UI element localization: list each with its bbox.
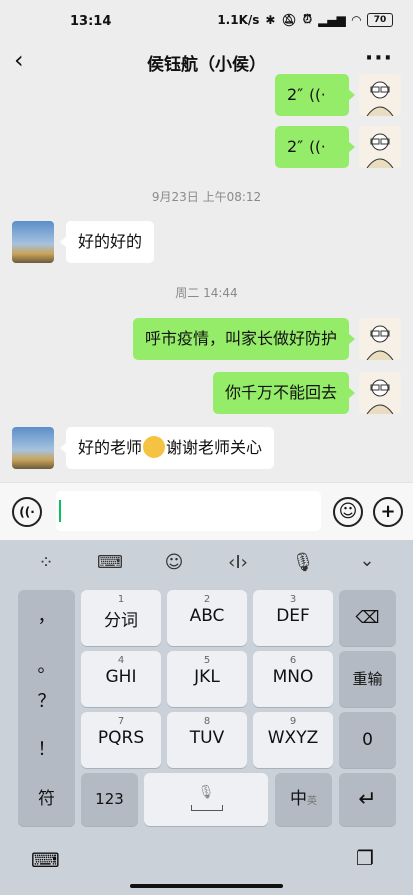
key-number: 6 [289, 655, 297, 666]
voice-message[interactable]: 2″ ((· [275, 126, 355, 168]
space-key[interactable]: 🎙︎ [144, 773, 268, 826]
key-number: 9 [289, 716, 297, 727]
key-number: 7 [117, 716, 125, 727]
keyboard-switch-icon[interactable]: ⌨ [31, 848, 60, 872]
space-bar-icon [191, 805, 223, 811]
lang-sub-label: 英 [307, 796, 317, 807]
avatar[interactable] [359, 74, 401, 116]
battery-icon: 70 [367, 12, 393, 27]
enter-key[interactable]: ↵ [339, 773, 396, 826]
key-label: DEF [276, 606, 310, 626]
delete-key[interactable]: ⌫ [339, 590, 396, 646]
avatar-illustration-icon [366, 81, 394, 116]
collapse-icon[interactable]: ⌄ [352, 550, 382, 571]
avatar-illustration-icon [366, 133, 394, 168]
keyboard-icon[interactable]: ⌨ [95, 552, 125, 573]
text-message[interactable]: 呼市疫情，叫家长做好防护 [132, 318, 356, 360]
key-number: 5 [203, 655, 211, 666]
zero-key[interactable]: 0 [339, 712, 396, 768]
symbol-key[interactable]: ？ [18, 687, 75, 713]
thinking-face-icon [143, 436, 166, 458]
clipboard-icon[interactable]: ❐ [356, 846, 374, 870]
key-number: 8 [203, 716, 211, 727]
key-7[interactable]: 7 PQRS [81, 712, 161, 768]
symbol-key[interactable]: ！ [18, 735, 75, 761]
key-label: 分词 [104, 611, 138, 631]
avatar[interactable] [359, 372, 401, 414]
mic-icon[interactable]: 🎙︎ [288, 552, 318, 573]
numbers-switch-key[interactable]: 123 [81, 773, 138, 826]
wifi-icon: ◠ [351, 12, 361, 27]
key-label: GHI [105, 667, 137, 687]
signal-icon: ▂▄▆ [318, 12, 346, 27]
key-label: JKL [194, 667, 220, 687]
timestamp: 周二 14:44 [175, 286, 238, 300]
status-bar: 13:14 1.1K/s ✱ 🔕︎ ⏰︎ ▂▄▆ ◠ 70 [0, 0, 413, 40]
voice-toggle-icon[interactable]: ((· [12, 497, 42, 527]
avatar[interactable] [12, 221, 54, 263]
key-label: WXYZ [267, 728, 319, 748]
key-8[interactable]: 8 TUV [167, 712, 247, 768]
text-message[interactable]: 好的好的 [59, 221, 155, 263]
key-4[interactable]: 4 GHI [81, 651, 161, 707]
message-text: 好的老师 [78, 438, 143, 457]
voice-wave-icon: ((· [309, 86, 326, 104]
message-list[interactable]: 2″ ((· 2″ ((· 9月23日 上午08:12 好的好的 周二 14:44 … [0, 74, 413, 482]
emoji-icon[interactable]: ☺ [159, 552, 189, 573]
message-text: 谢谢老师关心 [166, 438, 263, 457]
home-indicator[interactable] [130, 884, 283, 888]
key-5[interactable]: 5 JKL [167, 651, 247, 707]
bluetooth-icon: ✱ [265, 12, 276, 27]
mute-icon: 🔕︎ [281, 12, 297, 27]
timestamp: 9月23日 上午08:12 [151, 190, 262, 204]
key-number: 2 [203, 594, 211, 605]
symbol-key[interactable]: 。 [18, 652, 75, 678]
avatar[interactable] [359, 126, 401, 168]
key-label: PQRS [97, 728, 145, 748]
chat-header: ‹ 侯钰航（小侯） ··· [0, 40, 413, 82]
voice-duration: 2″ [287, 85, 304, 104]
alarm-icon: ⏰︎ [302, 12, 313, 26]
key-9[interactable]: 9 WXYZ [253, 712, 333, 768]
emoji-icon[interactable]: ☺ [333, 497, 363, 527]
key-number: 3 [289, 594, 297, 605]
lang-label: 中 [290, 789, 307, 809]
reenter-key[interactable]: 重输 [339, 651, 396, 707]
voice-message[interactable]: 2″ ((· [275, 74, 355, 116]
key-label: MNO [272, 667, 314, 687]
key-label: ABC [189, 606, 225, 626]
key-2[interactable]: 2 ABC [167, 590, 247, 646]
key-label: TUV [189, 728, 225, 748]
avatar[interactable] [359, 318, 401, 360]
input-bar: ((· ☺ + [0, 482, 413, 541]
net-speed: 1.1K/s [217, 12, 260, 27]
message-input[interactable] [56, 491, 321, 531]
text-message[interactable]: 好的老师 谢谢老师关心 [59, 427, 275, 469]
language-switch-key[interactable]: 中英 [275, 773, 332, 826]
key-1[interactable]: 1 分词 [81, 590, 161, 646]
avatar-illustration-icon [366, 325, 394, 360]
key-number: 1 [117, 594, 125, 605]
text-message[interactable]: 你千万不能回去 [212, 372, 356, 414]
key-number: 4 [117, 655, 125, 666]
symbol-key[interactable]: ， [18, 602, 75, 628]
voice-duration: 2″ [287, 137, 304, 156]
space-mic-icon: 🎙︎ [197, 785, 215, 800]
status-icons: 1.1K/s ✱ 🔕︎ ⏰︎ ▂▄▆ ◠ 70 [217, 12, 393, 27]
key-3[interactable]: 3 DEF [253, 590, 333, 646]
cursor-icon[interactable]: ‹I› [223, 552, 253, 573]
chat-title: 侯钰航（小侯） [147, 55, 266, 75]
voice-wave-icon: ((· [309, 138, 326, 156]
avatar[interactable] [12, 427, 54, 469]
symbol-switch-key[interactable]: 符 [18, 773, 75, 826]
plus-icon[interactable]: + [373, 497, 403, 527]
key-6[interactable]: 6 MNO [253, 651, 333, 707]
apps-grid-icon[interactable]: ⁘ [31, 552, 61, 573]
status-time: 13:14 [70, 14, 112, 29]
more-dots-icon[interactable]: ··· [365, 46, 393, 71]
avatar-illustration-icon [366, 379, 394, 414]
text-caret [59, 500, 61, 522]
